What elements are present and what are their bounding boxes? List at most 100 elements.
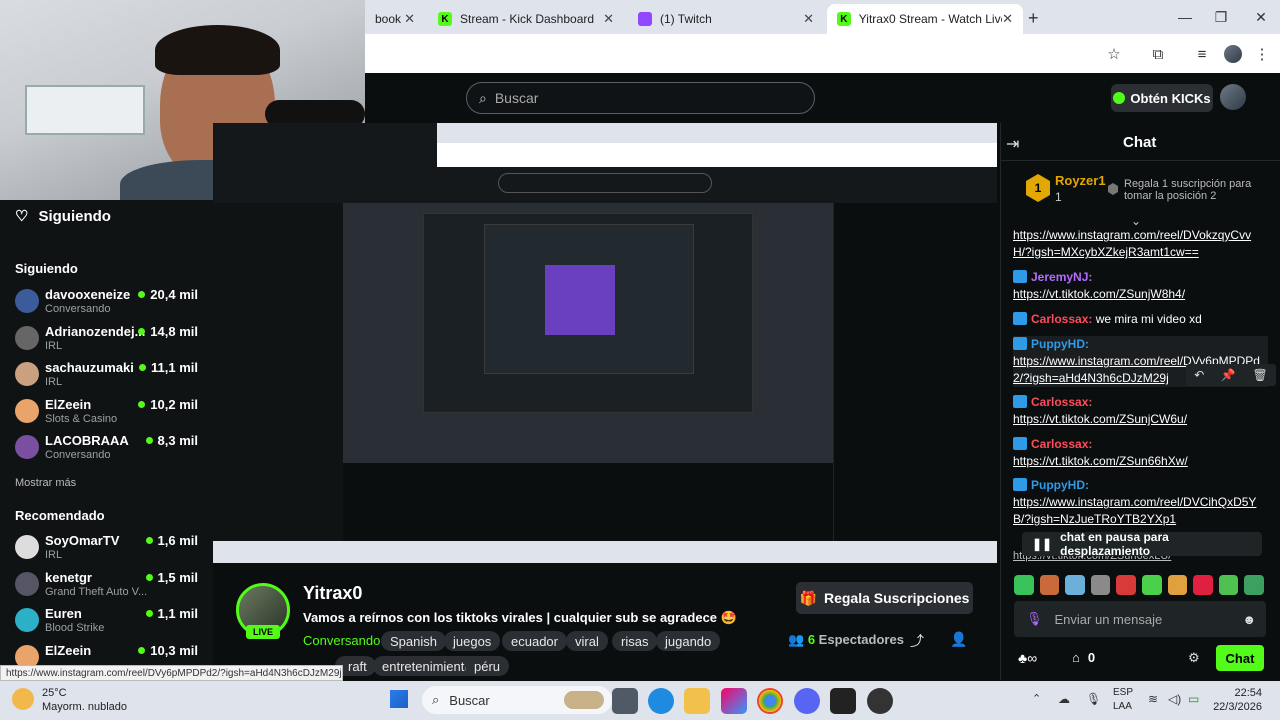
bookmark-star-icon[interactable]: ☆ (1104, 44, 1124, 64)
kicks-points-icon[interactable]: ♣∞ (1018, 650, 1037, 666)
channel-name[interactable]: Yitrax0 (303, 583, 362, 604)
tag-risas[interactable]: risas (612, 631, 658, 651)
emote-icon[interactable] (1090, 575, 1111, 595)
extensions-icon[interactable]: ⧉ (1148, 44, 1168, 64)
message-text[interactable]: https://vt.tiktok.com/ZSunjCW6u/ (1013, 412, 1187, 426)
weather-icon[interactable] (12, 688, 34, 710)
message-user[interactable]: Carlossax: (1031, 312, 1092, 326)
tag-juegos[interactable]: juegos (444, 631, 501, 651)
sidebar-item-kenetgr[interactable]: kenetgr Grand Theft Auto V... 1,5 mil (15, 570, 210, 607)
pin-icon[interactable]: 📌 (1221, 368, 1236, 382)
taskbar-search[interactable]: ⌕ Buscar (422, 686, 612, 714)
message-text[interactable]: https://vt.tiktok.com/ZSun66hXw/ (1013, 454, 1188, 468)
language-code[interactable]: ESP (1113, 687, 1133, 698)
chat-paused-notice[interactable]: ❚❚ chat en pausa para desplazamiento (1022, 530, 1262, 558)
capcut-icon[interactable] (830, 688, 856, 714)
close-icon[interactable]: ✕ (404, 11, 415, 27)
emote-icon[interactable] (1065, 575, 1085, 595)
stream-category[interactable]: Conversando (303, 633, 380, 648)
battery-icon[interactable]: ▭ (1188, 692, 1199, 706)
user-avatar[interactable] (1220, 84, 1246, 110)
profile-avatar[interactable] (1224, 45, 1242, 63)
emote-icon[interactable] (1141, 575, 1162, 595)
reply-icon[interactable]: ↶ (1194, 368, 1204, 382)
emote-icon[interactable] (1218, 575, 1239, 595)
close-window-button[interactable]: ✕ (1238, 0, 1280, 34)
browser-menu-icon[interactable]: ⋮ (1252, 44, 1272, 64)
expand-leaderboard-icon[interactable]: ⌄ (1131, 214, 1141, 228)
message-text[interactable]: https://www.instagram.com/reel/DVokzqyCv… (1013, 228, 1251, 259)
show-more-link[interactable]: Mostrar más (15, 477, 76, 489)
language-layout[interactable]: LAA (1113, 701, 1132, 712)
emote-icon[interactable] (1167, 575, 1188, 595)
sidebar-item-lacobraaa[interactable]: LACOBRAAA Conversando 8,3 mil (15, 433, 210, 470)
clock-date[interactable]: 22/3/2026 (1210, 701, 1262, 713)
clock-time[interactable]: 22:54 (1220, 687, 1262, 699)
edge-icon[interactable] (648, 688, 674, 714)
emote-icon[interactable] (1014, 575, 1034, 595)
microphone-icon[interactable]: 🎙 (1026, 611, 1043, 627)
onedrive-icon[interactable]: ☁ (1058, 692, 1070, 706)
channel-points[interactable]: ⌂ 0 (1072, 650, 1095, 665)
emote-icon[interactable] (1039, 575, 1060, 595)
leaderboard-user[interactable]: Royzer1 (1055, 173, 1106, 188)
sidebar-item-elzeein-2[interactable]: ElZeein 10,3 mil (15, 643, 210, 665)
sidebar-item-euren[interactable]: Euren Blood Strike 1,1 mil (15, 606, 210, 643)
close-icon[interactable]: ✕ (1002, 11, 1013, 27)
tab-twitch[interactable]: (1) Twitch ✕ (628, 4, 824, 34)
send-chat-button[interactable]: Chat (1216, 645, 1264, 671)
tab-yitrax0-stream[interactable]: K Yitrax0 Stream - Watch Live on ✕ (827, 4, 1023, 34)
tab-kick-dashboard[interactable]: K Stream - Kick Dashboard ✕ (428, 4, 624, 34)
following-header[interactable]: ♡ Siguiendo (15, 207, 111, 226)
close-icon[interactable]: ✕ (603, 11, 614, 27)
wifi-icon[interactable]: ≋ (1148, 692, 1158, 706)
chrome-icon[interactable] (757, 688, 783, 714)
tag-jugando[interactable]: jugando (656, 631, 721, 651)
emote-icon[interactable] (1116, 575, 1136, 595)
sidebar-item-adrianozendejas[interactable]: Adrianozendej... IRL 14,8 mil (15, 324, 210, 361)
gift-subscriptions-button[interactable]: 🎁 Regala Suscripciones (796, 582, 973, 614)
file-explorer-icon[interactable] (684, 688, 710, 714)
tag-ecuador[interactable]: ecuador (502, 631, 567, 651)
chat-message-input[interactable]: 🎙 Enviar un mensaje ☻ (1014, 601, 1266, 637)
message-user[interactable]: PuppyHD: (1031, 478, 1089, 492)
obs-icon[interactable] (867, 688, 893, 714)
sidebar-item-soyomartv[interactable]: SoyOmarTV IRL 1,6 mil (15, 533, 210, 570)
discord-icon[interactable] (794, 688, 820, 714)
tag-peru[interactable]: péru (465, 656, 510, 676)
sidebar-item-sachauzumaki[interactable]: sachauzumaki IRL 11,1 mil (15, 360, 210, 397)
microphone-tray-icon[interactable]: 🎙 (1086, 692, 1101, 706)
tag-spanish[interactable]: Spanish (381, 631, 446, 651)
windows-start-icon[interactable] (390, 690, 408, 708)
emote-icon[interactable] (1193, 575, 1213, 595)
chat-settings-icon[interactable]: ⚙ (1188, 650, 1200, 666)
message-user[interactable]: Carlossax: (1031, 395, 1092, 409)
message-user[interactable]: JeremyNJ: (1031, 270, 1092, 284)
tab-facebook[interactable]: book ✕ (365, 4, 425, 34)
search-input[interactable]: ⌕ Buscar (466, 82, 815, 114)
message-user[interactable]: Carlossax: (1031, 437, 1092, 451)
sidebar-item-elzeein[interactable]: ElZeein Slots & Casino 10,2 mil (15, 397, 210, 434)
stream-video-player[interactable] (213, 123, 997, 563)
message-user[interactable]: PuppyHD: (1031, 337, 1089, 351)
media-control-icon[interactable]: ≡ (1192, 44, 1212, 64)
share-icon[interactable]: ⤴ (910, 631, 924, 651)
tag-viral[interactable]: viral (566, 631, 608, 651)
emoji-icon[interactable]: ☻ (1242, 612, 1256, 627)
emote-icon[interactable] (1244, 575, 1264, 595)
follow-user-icon[interactable]: 👤 (950, 631, 967, 648)
collapse-chat-icon[interactable]: ⇥ (1006, 134, 1019, 154)
volume-icon[interactable]: ◁) (1168, 692, 1181, 706)
close-icon[interactable]: ✕ (803, 11, 814, 27)
message-text[interactable]: https://vt.tiktok.com/ZSunjW8h4/ (1013, 287, 1185, 301)
task-view-icon[interactable] (612, 688, 638, 714)
new-tab-button[interactable]: + (1028, 8, 1039, 29)
get-kicks-button[interactable]: Obtén KICKs (1111, 84, 1213, 112)
message-text[interactable]: https://www.instagram.com/reel/DVCihQxD5… (1013, 495, 1256, 526)
weather-temp[interactable]: 25°C (42, 687, 67, 699)
weather-desc[interactable]: Mayorm. nublado (42, 701, 127, 713)
sidebar-item-davooxeneize[interactable]: davooxeneize Conversando 20,4 mil (15, 287, 210, 324)
tray-overflow-icon[interactable]: ⌃ (1032, 692, 1041, 705)
copilot-icon[interactable] (721, 688, 747, 714)
delete-icon[interactable]: 🗑 (1252, 368, 1267, 382)
